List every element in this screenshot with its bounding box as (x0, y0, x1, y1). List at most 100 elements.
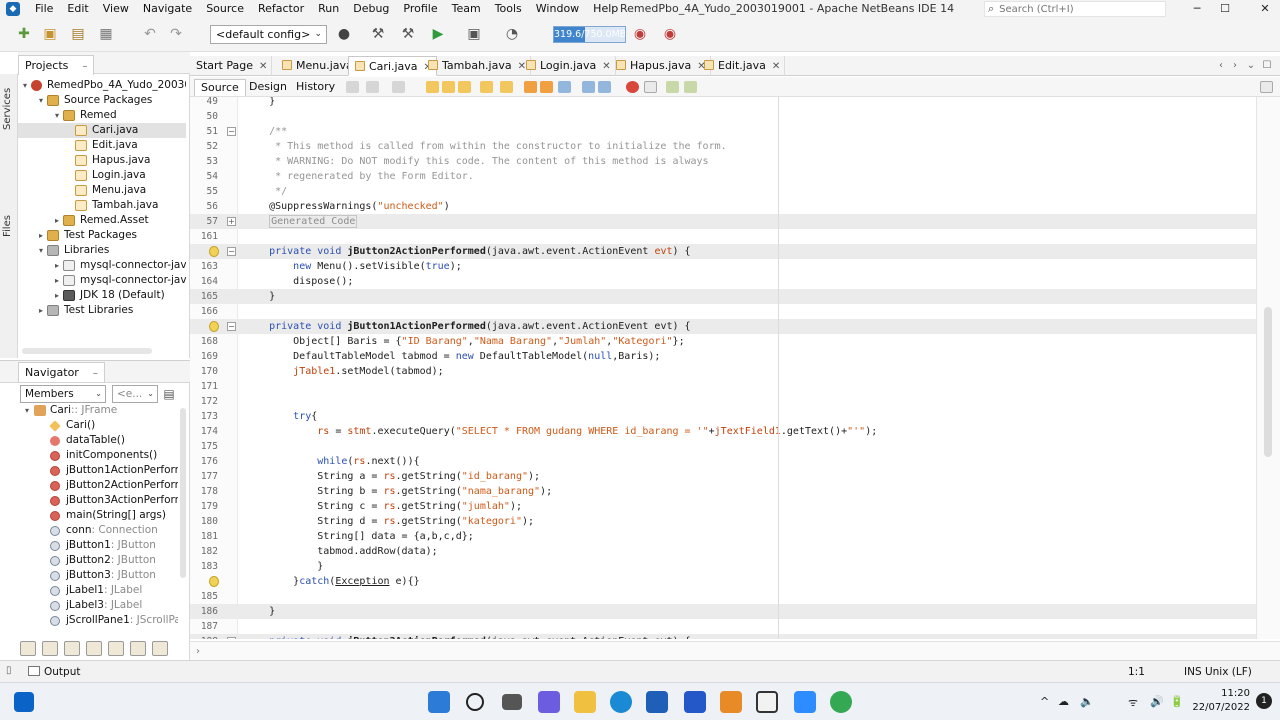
shift-right-icon[interactable] (598, 81, 611, 93)
members-filter-select[interactable]: Members ⌄ (20, 385, 106, 403)
xampp-icon[interactable] (720, 691, 742, 713)
run-icon[interactable]: ▶ (428, 24, 448, 44)
code-line[interactable]: − private void jButton2ActionPerformed(j… (190, 244, 1256, 259)
code-line[interactable]: 181 String[] data = {a,b,c,d}; (190, 529, 1256, 544)
collapse-icon[interactable]: ▾ (36, 93, 46, 108)
browser-globe-icon[interactable]: ● (334, 24, 354, 44)
navigator-member[interactable]: Cari() (49, 418, 95, 433)
code-line[interactable]: 177 String a = rs.getString("id_barang")… (190, 469, 1256, 484)
filter-inner-icon[interactable] (108, 640, 124, 656)
code-line[interactable]: 183 } (190, 559, 1256, 574)
notification-icon[interactable]: 1 (1256, 693, 1272, 709)
menu-item-run[interactable]: Run (311, 0, 346, 18)
fold-collapse-icon[interactable]: − (227, 127, 236, 136)
code-line[interactable]: 188 − private void jButton3ActionPerforme… (190, 634, 1256, 639)
toggle-bookmark-icon[interactable] (558, 81, 571, 93)
editor-tab[interactable]: Hapus.java ✕ (610, 56, 711, 76)
code-line[interactable]: 50 (190, 109, 1256, 124)
system-clock[interactable]: 11:20 22/07/2022 (1190, 687, 1250, 715)
tree-item[interactable]: ▸ Test Libraries (18, 303, 133, 318)
filter-inherited-icon[interactable] (86, 640, 102, 656)
code-line[interactable]: 171 (190, 379, 1256, 394)
menu-item-edit[interactable]: Edit (60, 0, 95, 18)
save-all-icon[interactable]: ▦ (96, 24, 116, 44)
start-macro-icon[interactable] (626, 81, 639, 93)
menu-item-window[interactable]: Window (529, 0, 586, 18)
nav-options-icon[interactable]: ▤ (161, 385, 177, 403)
tree-item[interactable]: ▸ mysql-connector-java- (18, 258, 186, 273)
gc-icon[interactable]: ◉ (630, 24, 650, 44)
menu-item-refactor[interactable]: Refactor (251, 0, 311, 18)
expand-icon[interactable]: ▸ (52, 288, 62, 303)
search-box[interactable]: ⌕ (984, 1, 1166, 17)
toggle-highlight-icon[interactable] (480, 81, 493, 93)
code-line[interactable]: 57 + Generated Code (190, 214, 1256, 229)
new-file-icon[interactable]: ✚ (14, 24, 34, 44)
navigator-root[interactable]: ▾ Cari :: JFrame (22, 403, 117, 418)
hint-bulb-icon[interactable] (209, 246, 219, 257)
store-icon[interactable] (646, 691, 668, 713)
expand-icon[interactable]: ▸ (52, 273, 62, 288)
sort-source-icon[interactable] (152, 640, 168, 656)
tree-item[interactable]: Login.java (18, 168, 146, 183)
navigator-member[interactable]: jLabel1 : JLabel (50, 583, 142, 598)
open-project-icon[interactable]: ▤ (68, 24, 88, 44)
code-line[interactable]: 170 jTable1.setModel(tabmod); (190, 364, 1256, 379)
profile-icon[interactable]: ◔ (502, 24, 522, 44)
debug-icon[interactable]: ▣ (464, 24, 484, 44)
code-line[interactable]: 176 while(rs.next()){ (190, 454, 1256, 469)
maximize-editor-icon[interactable]: ☐ (1260, 58, 1274, 74)
fold-collapse-icon[interactable]: − (227, 247, 236, 256)
navigator-member[interactable]: jButton3 : JButton (50, 568, 156, 583)
editor-v-scrollbar[interactable] (1256, 97, 1280, 639)
expand-icon[interactable]: ▸ (36, 303, 46, 318)
fold-collapse-icon[interactable]: − (227, 322, 236, 331)
navigator-member[interactable]: jButton2ActionPerforme (50, 478, 178, 493)
tab-list-icon[interactable]: ⌄ (1244, 58, 1258, 74)
editor-v-scroll-thumb[interactable] (1264, 307, 1272, 457)
chat-icon[interactable] (538, 691, 560, 713)
snapshot-icon[interactable]: ◉ (660, 24, 680, 44)
code-line[interactable]: 54 * regenerated by the Form Editor. (190, 169, 1256, 184)
shift-left-icon[interactable] (582, 81, 595, 93)
menu-item-view[interactable]: View (96, 0, 136, 18)
tab-projects[interactable]: Projects – (18, 55, 95, 75)
projects-h-scrollbar[interactable] (22, 348, 152, 354)
view-tab-source[interactable]: Source (194, 79, 246, 96)
output-tab[interactable]: Output (28, 664, 80, 680)
hint-bulb-icon[interactable] (209, 321, 219, 332)
navigator-member[interactable]: jLabel3 : JLabel (50, 598, 142, 613)
code-line[interactable]: }catch(Exception e){} (190, 574, 1256, 589)
navigator-member[interactable]: jButton2 : JButton (50, 553, 156, 568)
navigator-v-scrollbar[interactable] (180, 408, 186, 578)
find-icon[interactable] (426, 81, 439, 93)
close-tab-icon[interactable]: ✕ (259, 61, 267, 72)
navigator-member[interactable]: jButton1 : JButton (50, 538, 156, 553)
tree-item[interactable]: Edit.java (18, 138, 138, 153)
tab-files[interactable]: Files (2, 210, 16, 242)
new-project-icon[interactable]: ▣ (40, 24, 60, 44)
maximize-button[interactable]: ☐ (1210, 0, 1240, 18)
windows-start-icon[interactable] (14, 692, 34, 712)
task-view-icon[interactable] (502, 694, 522, 710)
close-tab-icon[interactable]: ✕ (772, 61, 780, 72)
tree-item[interactable]: ▸ Test Packages (18, 228, 137, 243)
code-line[interactable]: 166 (190, 304, 1256, 319)
code-line[interactable]: 174 rs = stmt.executeQuery("SELECT * FRO… (190, 424, 1256, 439)
code-line[interactable]: 55 */ (190, 184, 1256, 199)
code-line[interactable]: 180 String d = rs.getString("kategori"); (190, 514, 1256, 529)
navigator-member[interactable]: jScrollPane1 : JScrollPane (50, 613, 178, 628)
tree-item[interactable]: Tambah.java (18, 198, 158, 213)
editor-tab[interactable]: Tambah.java ✕ (422, 56, 531, 76)
code-line[interactable]: 164 dispose(); (190, 274, 1256, 289)
comment-icon[interactable] (666, 81, 679, 93)
file-explorer-icon[interactable] (574, 691, 596, 713)
code-line[interactable]: 179 String c = rs.getString("jumlah"); (190, 499, 1256, 514)
tree-item[interactable]: ▸ mysql-connector-java- (18, 273, 186, 288)
volume-icon[interactable]: 🔊 (1150, 695, 1164, 708)
build-hammer-icon[interactable]: ⚒ (368, 24, 388, 44)
find-next-icon[interactable] (458, 81, 471, 93)
code-line[interactable]: − private void jButton1ActionPerformed(j… (190, 319, 1256, 334)
tree-item[interactable]: ▾ Libraries (18, 243, 109, 258)
navigator-member[interactable]: jButton1ActionPerforme (50, 463, 178, 478)
